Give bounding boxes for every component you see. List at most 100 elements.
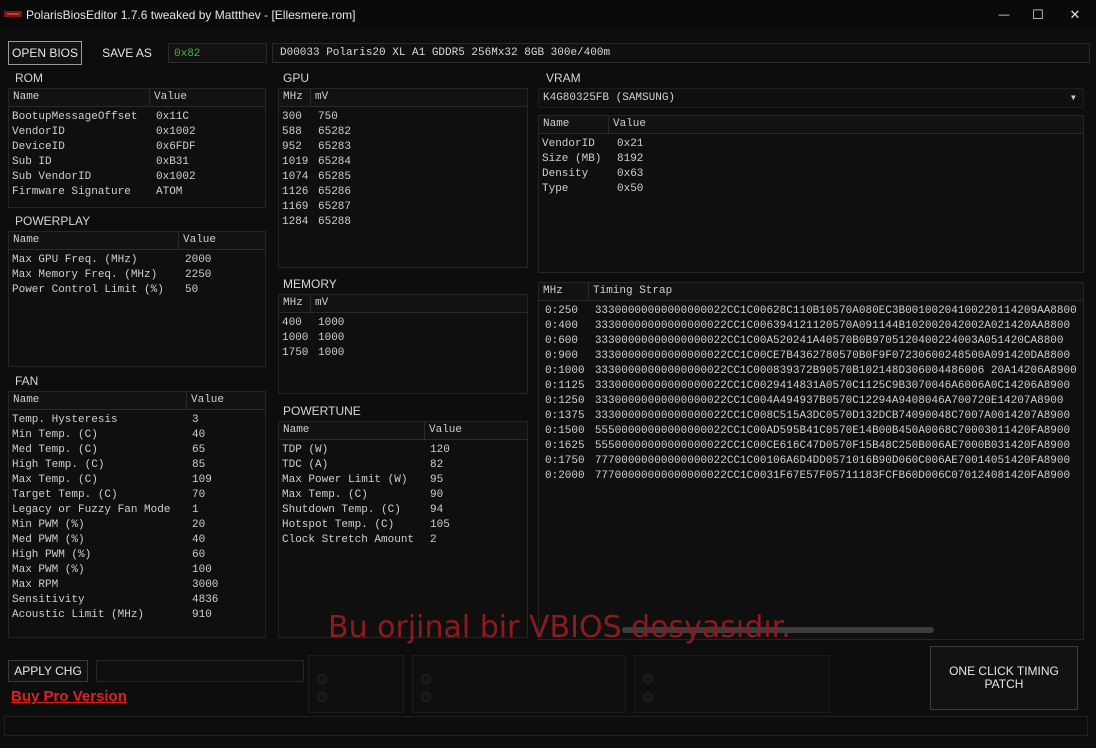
table-row[interactable]: Med Temp. (C) 65: [9, 443, 265, 458]
column-header-mhz[interactable]: MHz: [539, 283, 589, 300]
column-header-mhz[interactable]: MHz: [279, 89, 311, 106]
column-header-name[interactable]: Name: [9, 392, 187, 409]
table-row[interactable]: 0:2000 77700000000000000022CC1C0031F67E57…: [539, 469, 1083, 484]
table-row[interactable]: 0:1250 33300000000000000022CC1C004A494937…: [539, 394, 1083, 409]
column-header-name[interactable]: Name: [539, 116, 609, 133]
table-row[interactable]: TDP (W) 120: [279, 443, 527, 458]
radio-option[interactable]: [643, 674, 653, 684]
memory-table[interactable]: MHz mV 400 1000 1000 1000 1750 1000: [278, 294, 528, 394]
table-row[interactable]: VendorID 0x1002: [9, 125, 265, 140]
table-row[interactable]: 0:1500 55500000000000000022CC1C00AD595B41…: [539, 424, 1083, 439]
table-row[interactable]: 1126 65286: [279, 185, 527, 200]
table-row[interactable]: 0:600 33300000000000000022CC1C00A520241A4…: [539, 334, 1083, 349]
table-row[interactable]: VendorID 0x21: [539, 137, 1083, 152]
table-row[interactable]: Acoustic Limit (MHz) 910: [9, 608, 265, 623]
radio-option[interactable]: [421, 692, 431, 702]
table-row[interactable]: Size (MB) 8192: [539, 152, 1083, 167]
column-header-name[interactable]: Name: [9, 89, 150, 106]
column-header-mv[interactable]: mV: [311, 295, 527, 312]
table-row[interactable]: High Temp. (C) 85: [9, 458, 265, 473]
apply-input[interactable]: [96, 660, 304, 682]
table-row[interactable]: 1074 65285: [279, 170, 527, 185]
buy-pro-link[interactable]: Buy Pro Version: [11, 688, 127, 705]
apply-changes-button[interactable]: APPLY CHG: [8, 660, 88, 682]
close-button[interactable]: ✕: [1058, 0, 1092, 30]
table-row[interactable]: BootupMessageOffset 0x11C: [9, 110, 265, 125]
table-row[interactable]: 400 1000: [279, 316, 527, 331]
table-row[interactable]: Target Temp. (C) 70: [9, 488, 265, 503]
table-row[interactable]: 0:250 33300000000000000022CC1C00628C110B1…: [539, 304, 1083, 319]
column-header-name[interactable]: Name: [279, 422, 425, 439]
table-row[interactable]: Legacy or Fuzzy Fan Mode 1: [9, 503, 265, 518]
table-row[interactable]: Power Control Limit (%) 50: [9, 283, 265, 298]
table-row[interactable]: Clock Stretch Amount 2: [279, 533, 527, 548]
minimize-button[interactable]: —: [987, 0, 1021, 30]
column-header-value[interactable]: Value: [425, 422, 527, 439]
table-row[interactable]: 1284 65288: [279, 215, 527, 230]
vram-select[interactable]: K4G80325FB (SAMSUNG) ▾: [538, 88, 1084, 108]
table-row[interactable]: Min PWM (%) 20: [9, 518, 265, 533]
powertune-table[interactable]: Name Value TDP (W) 120 TDC (A) 82 Max Powe…: [278, 421, 528, 638]
maximize-button[interactable]: ☐: [1021, 0, 1055, 30]
table-row[interactable]: Max PWM (%) 100: [9, 563, 265, 578]
title-bar[interactable]: PolarisBiosEditor 1.7.6 tweaked by Mattt…: [0, 0, 1096, 30]
fan-table[interactable]: Name Value Temp. Hysteresis 3 Min Temp. (…: [8, 391, 266, 638]
column-header-value[interactable]: Value: [150, 89, 265, 106]
table-row[interactable]: Max Temp. (C) 90: [279, 488, 527, 503]
table-row[interactable]: 1750 1000: [279, 346, 527, 361]
radio-option[interactable]: [317, 692, 327, 702]
save-as-button[interactable]: SAVE AS: [90, 41, 164, 65]
table-row[interactable]: 1019 65284: [279, 155, 527, 170]
radio-option[interactable]: [317, 674, 327, 684]
table-row[interactable]: Shutdown Temp. (C) 94: [279, 503, 527, 518]
timing-table[interactable]: MHz Timing Strap 0:250 333000000000000000…: [538, 282, 1084, 640]
table-row[interactable]: DeviceID 0x6FDF: [9, 140, 265, 155]
table-row[interactable]: Med PWM (%) 40: [9, 533, 265, 548]
table-row[interactable]: 0:1750 77700000000000000022CC1C00106A6D4D…: [539, 454, 1083, 469]
table-row[interactable]: Sub ID 0xB31: [9, 155, 265, 170]
table-row[interactable]: Max Power Limit (W) 95: [279, 473, 527, 488]
powerplay-table[interactable]: Name Value Max GPU Freq. (MHz) 2000 Max M…: [8, 231, 266, 367]
table-row[interactable]: Firmware Signature ATOM: [9, 185, 265, 200]
table-row[interactable]: 0:900 33300000000000000022CC1C00CE7B43627…: [539, 349, 1083, 364]
table-row[interactable]: 588 65282: [279, 125, 527, 140]
radio-option[interactable]: [643, 692, 653, 702]
radio-option[interactable]: [421, 674, 431, 684]
one-click-timing-patch-button[interactable]: ONE CLICK TIMING PATCH: [930, 646, 1078, 710]
table-row[interactable]: Temp. Hysteresis 3: [9, 413, 265, 428]
table-row[interactable]: Density 0x63: [539, 167, 1083, 182]
column-header-mhz[interactable]: MHz: [279, 295, 311, 312]
table-row[interactable]: Max Memory Freq. (MHz) 2250: [9, 268, 265, 283]
checksum-field[interactable]: 0x82: [168, 43, 267, 63]
column-header-name[interactable]: Name: [9, 232, 179, 249]
table-row[interactable]: Type 0x50: [539, 182, 1083, 197]
table-row[interactable]: 0:1125 33300000000000000022CC1C0029414831…: [539, 379, 1083, 394]
table-row[interactable]: Max RPM 3000: [9, 578, 265, 593]
table-row[interactable]: 0:1000 33300000000000000022CC1C000839372B…: [539, 364, 1083, 379]
column-header-value[interactable]: Value: [187, 392, 265, 409]
table-row[interactable]: 1169 65287: [279, 200, 527, 215]
rom-table[interactable]: Name Value BootupMessageOffset 0x11C Vend…: [8, 88, 266, 208]
vram-table[interactable]: Name Value VendorID 0x21 Size (MB) 8192 De…: [538, 115, 1084, 273]
table-row[interactable]: 300 750: [279, 110, 527, 125]
column-header-value[interactable]: Value: [179, 232, 265, 249]
table-row[interactable]: 0:400 33300000000000000022CC1C00639412112…: [539, 319, 1083, 334]
table-row[interactable]: Sub VendorID 0x1002: [9, 170, 265, 185]
table-row[interactable]: 1000 1000: [279, 331, 527, 346]
table-row[interactable]: 0:1625 55500000000000000022CC1C00CE616C47…: [539, 439, 1083, 454]
column-header-mv[interactable]: mV: [311, 89, 527, 106]
table-row[interactable]: High PWM (%) 60: [9, 548, 265, 563]
table-row[interactable]: 952 65283: [279, 140, 527, 155]
table-row[interactable]: TDC (A) 82: [279, 458, 527, 473]
bios-info-field[interactable]: D00033 Polaris20 XL A1 GDDR5 256Mx32 8GB…: [272, 43, 1090, 63]
table-row[interactable]: Max Temp. (C) 109: [9, 473, 265, 488]
table-row[interactable]: 0:1375 33300000000000000022CC1C008C515A3D…: [539, 409, 1083, 424]
column-header-value[interactable]: Value: [609, 116, 1083, 133]
table-row[interactable]: Hotspot Temp. (C) 105: [279, 518, 527, 533]
column-header-timing-strap[interactable]: Timing Strap: [589, 283, 1083, 300]
table-row[interactable]: Sensitivity 4836: [9, 593, 265, 608]
table-row[interactable]: Min Temp. (C) 40: [9, 428, 265, 443]
table-row[interactable]: Max GPU Freq. (MHz) 2000: [9, 253, 265, 268]
open-bios-button[interactable]: OPEN BIOS: [8, 41, 82, 65]
gpu-table[interactable]: MHz mV 300 750 588 65282 952 65283 1019 6528…: [278, 88, 528, 268]
